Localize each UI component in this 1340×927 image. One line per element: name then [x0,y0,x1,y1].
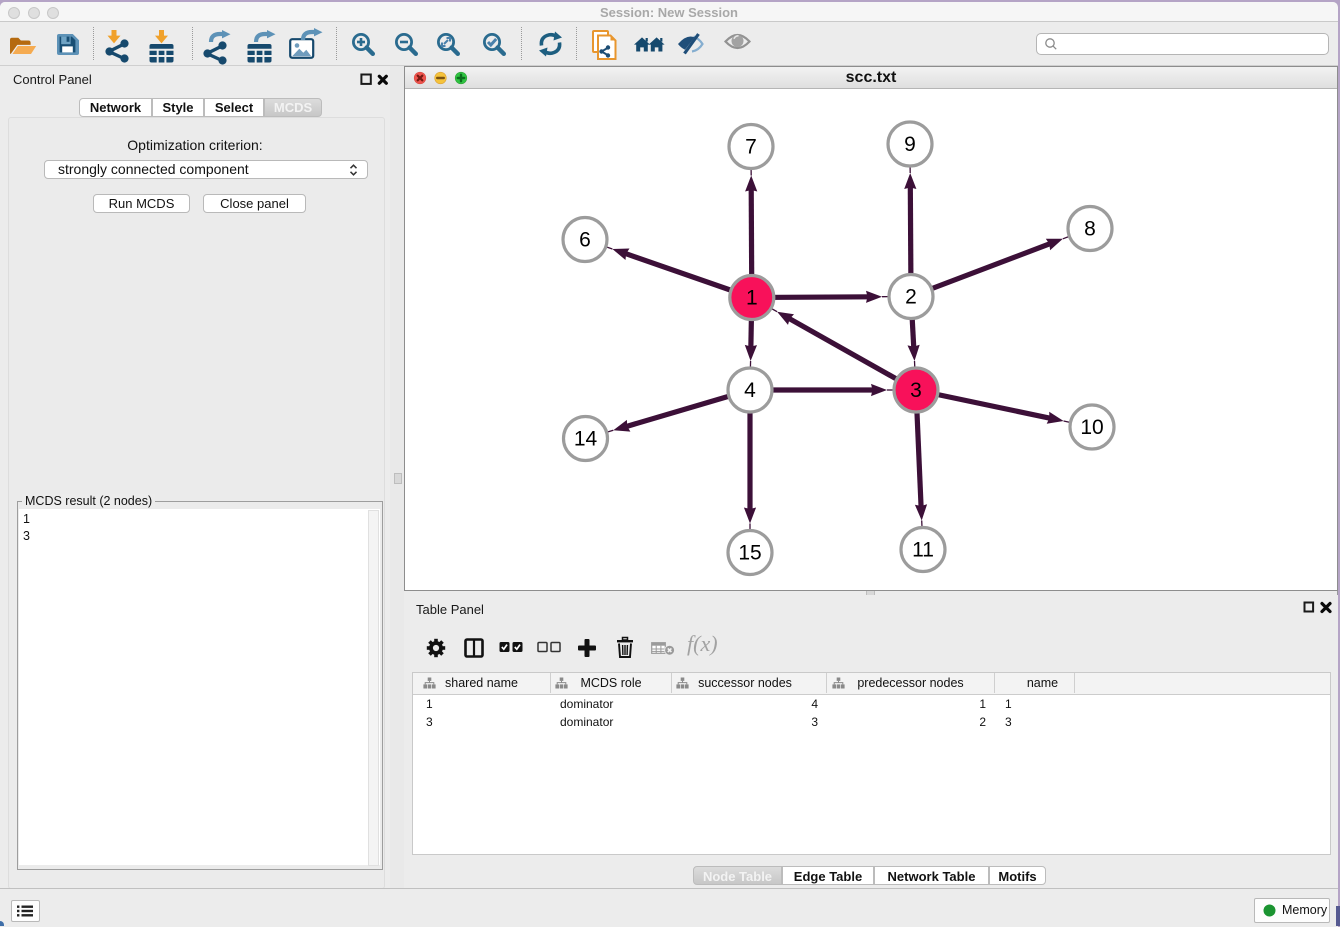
svg-text:15: 15 [738,542,761,565]
svg-text:11: 11 [912,539,934,562]
svg-text:9: 9 [904,133,916,156]
svg-text:4: 4 [744,379,756,402]
svg-text:8: 8 [1084,218,1096,241]
svg-text:1: 1 [746,287,758,310]
svg-text:14: 14 [574,428,598,451]
svg-text:10: 10 [1080,416,1103,439]
svg-text:7: 7 [745,136,757,159]
svg-text:2: 2 [905,286,917,309]
svg-text:6: 6 [579,229,591,252]
svg-text:3: 3 [910,379,922,402]
